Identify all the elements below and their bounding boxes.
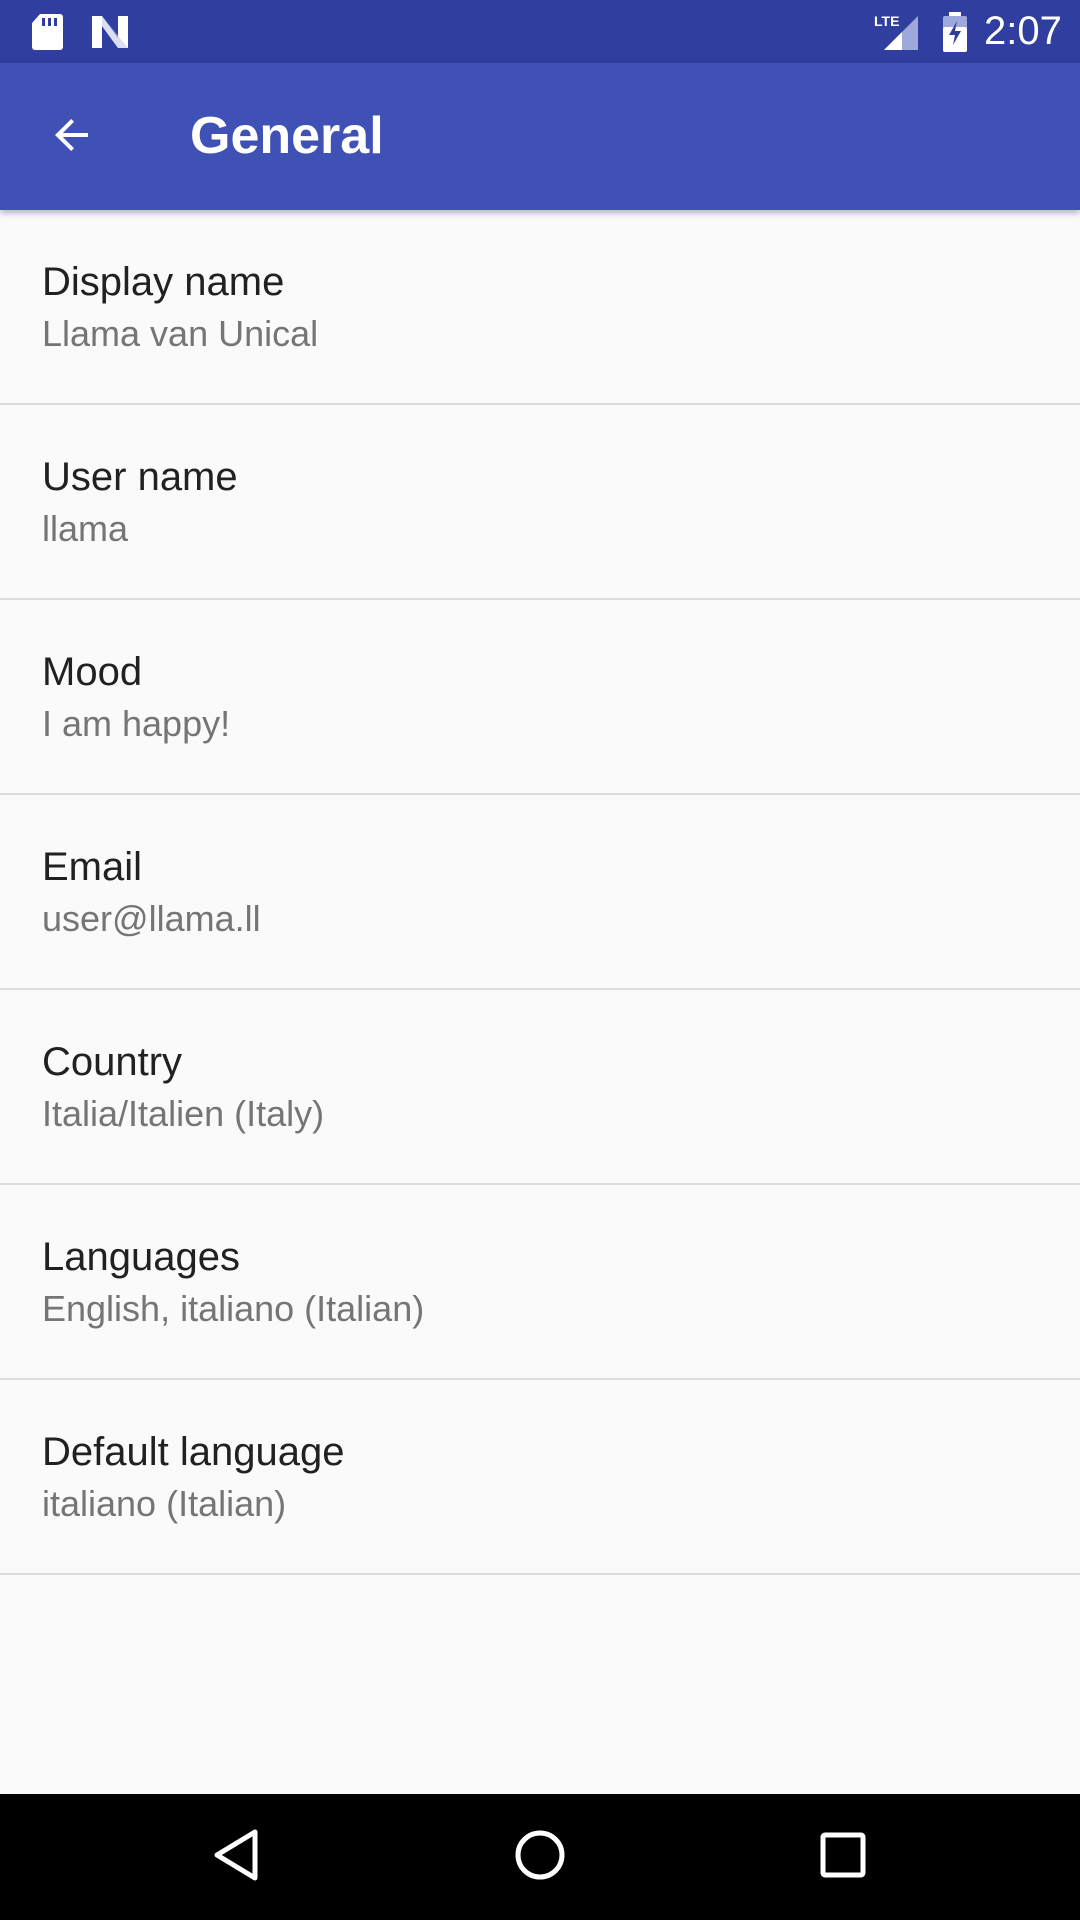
setting-summary: llama — [42, 508, 129, 549]
back-button[interactable] — [22, 87, 122, 187]
arrow-back-icon — [48, 111, 96, 163]
setting-user-name[interactable]: User name llama — [0, 405, 1080, 600]
setting-default-language[interactable]: Default language italiano (Italian) — [0, 1380, 1080, 1575]
nav-recents-icon — [819, 1831, 867, 1883]
settings-screen: LTE 2:07 General Display name Llama van … — [0, 0, 1080, 1920]
setting-country[interactable]: Country Italia/Italien (Italy) — [0, 990, 1080, 1185]
setting-mood[interactable]: Mood I am happy! — [0, 600, 1080, 795]
setting-title: User name — [42, 455, 238, 499]
nav-home-icon — [513, 1828, 567, 1886]
setting-title: Country — [42, 1040, 183, 1084]
setting-summary: English, italiano (Italian) — [42, 1288, 425, 1329]
status-bar: LTE 2:07 — [0, 0, 1080, 63]
setting-summary: I am happy! — [42, 703, 231, 744]
n-notification-icon — [90, 0, 130, 63]
clock-time: 2:07 — [984, 9, 1062, 53]
setting-summary: italiano (Italian) — [42, 1483, 287, 1524]
setting-title: Languages — [42, 1235, 240, 1279]
setting-title: Display name — [42, 260, 285, 304]
setting-languages[interactable]: Languages English, italiano (Italian) — [0, 1185, 1080, 1380]
setting-email[interactable]: Email user@llama.ll — [0, 795, 1080, 990]
app-bar: General — [0, 63, 1080, 210]
battery-charging-icon — [940, 0, 970, 63]
navigation-bar — [0, 1794, 1080, 1920]
setting-summary: Llama van Unical — [42, 313, 319, 354]
sd-card-icon — [30, 0, 64, 63]
nav-back-icon — [211, 1828, 261, 1886]
setting-display-name[interactable]: Display name Llama van Unical — [0, 210, 1080, 405]
setting-summary: Italia/Italien (Italy) — [42, 1093, 325, 1134]
page-title: General — [190, 107, 384, 165]
setting-title: Default language — [42, 1430, 345, 1474]
settings-list: Display name Llama van Unical User name … — [0, 210, 1080, 1575]
lte-label: LTE — [874, 13, 899, 29]
setting-summary: user@llama.ll — [42, 898, 261, 939]
lte-signal-icon: LTE — [872, 0, 922, 63]
nav-back-button[interactable] — [186, 1807, 286, 1907]
setting-title: Mood — [42, 650, 143, 694]
setting-title: Email — [42, 845, 143, 889]
nav-recents-button[interactable] — [793, 1807, 893, 1907]
nav-home-button[interactable] — [490, 1807, 590, 1907]
